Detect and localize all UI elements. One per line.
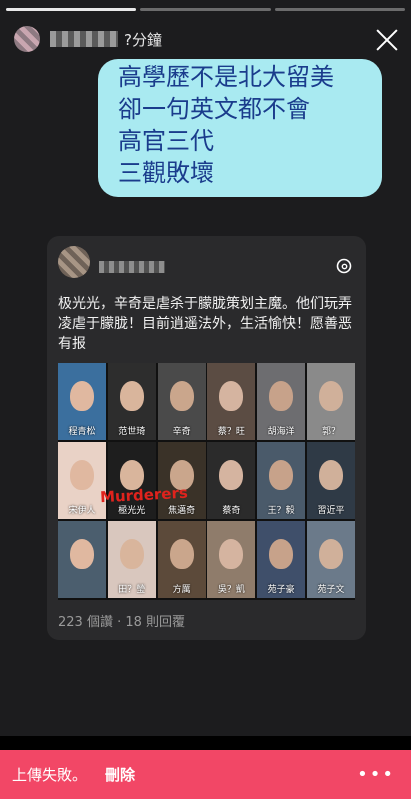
- portrait-caption: 辛奇: [172, 427, 191, 437]
- post-time: ?分鐘: [124, 30, 162, 49]
- portrait-face: [70, 539, 94, 569]
- progress-segment: [6, 8, 137, 11]
- portrait-face: [319, 460, 343, 490]
- portrait-caption: 王？毅: [267, 506, 295, 516]
- sticker-line: 高官三代: [118, 127, 214, 155]
- portrait-photo: 極光光: [107, 442, 156, 519]
- post-image[interactable]: 苑子文 苑子豪 吳？凱 方厲 田？瑩 習近平 王？毅 蔡奇 焦邁奇 極光光宋伊人 郭？ 胡海洋 蔡？旺 辛…: [58, 363, 355, 600]
- portrait-photo: 焦邁奇: [157, 442, 206, 519]
- more-options-icon[interactable]: •••: [357, 764, 395, 785]
- portrait-caption: 宋伊人: [68, 506, 96, 516]
- close-icon[interactable]: [373, 26, 401, 54]
- shared-post-card[interactable]: 极光光，辛奇是虐杀于朦胧策划主魔。他们玩弄凌虐于朦胧！目前逍遥法外，生活愉快！愿…: [47, 236, 366, 640]
- text-sticker[interactable]: 高學歷不是北大留美 卻一句英文都不會 高官三代 三觀敗壞: [98, 59, 382, 197]
- portrait-face: [219, 381, 244, 411]
- portrait-photo: 蔡奇: [207, 442, 256, 519]
- portrait-face: [269, 381, 294, 411]
- portrait-photo: 蔡？旺: [207, 363, 256, 440]
- portrait-caption: 苑子豪: [267, 585, 295, 595]
- portrait-photo: 宋伊人: [58, 442, 106, 519]
- post-author-avatar: [58, 246, 90, 278]
- story-viewer: ?分鐘 高學歷不是北大留美 卻一句英文都不會 高官三代 三觀敗壞 极光光，辛奇是…: [0, 0, 411, 736]
- portrait-face: [319, 539, 343, 569]
- delete-button[interactable]: 刪除: [105, 764, 135, 785]
- portrait-face: [70, 460, 94, 490]
- portrait-photo: 方厲: [157, 521, 206, 598]
- portrait-photo: 王？毅: [257, 442, 306, 519]
- portrait-photo: 辛奇: [157, 363, 206, 440]
- portrait-caption: 吳？凱: [217, 585, 245, 595]
- portrait-face: [219, 539, 244, 569]
- portrait-photo: [58, 521, 106, 598]
- post-text: 极光光，辛奇是虐杀于朦胧策划主魔。他们玩弄凌虐于朦胧！目前逍遥法外，生活愉快！愿…: [58, 296, 352, 352]
- portrait-photo: 習近平: [307, 442, 355, 519]
- portrait-face: [169, 539, 194, 569]
- portrait-face: [319, 381, 343, 411]
- portrait-caption: 焦邁奇: [168, 506, 196, 516]
- portrait-photo: 郭？: [307, 363, 355, 440]
- sticker-line: 高學歷不是北大留美: [118, 63, 334, 91]
- portrait-photo: 吳？凱: [207, 521, 256, 598]
- portrait-caption: 苑子文: [317, 585, 345, 595]
- portrait-face: [269, 539, 294, 569]
- portrait-face: [70, 381, 94, 411]
- portrait-caption: 郭？: [321, 427, 340, 437]
- author-name-blurred[interactable]: [50, 31, 118, 47]
- portrait-photo: 苑子文: [307, 521, 355, 598]
- progress-segment: [274, 8, 405, 11]
- sticker-line: 卻一句英文都不會: [118, 95, 310, 123]
- portrait-photo: 范世琦: [107, 363, 156, 440]
- post-stats: 223 個讚 · 18 則回覆: [58, 615, 186, 630]
- progress-segment: [140, 8, 271, 11]
- portrait-caption: 蔡奇: [222, 506, 241, 516]
- sticker-line: 三觀敗壞: [118, 159, 214, 187]
- threads-icon: [336, 258, 352, 274]
- post-author-name-blurred: [99, 261, 165, 273]
- portrait-caption: 胡海洋: [267, 427, 295, 437]
- upload-failed-label: 上傳失敗。: [12, 766, 88, 784]
- portrait-face: [119, 539, 144, 569]
- portrait-photo: 胡海洋: [257, 363, 306, 440]
- portrait-face: [269, 460, 294, 490]
- author-avatar[interactable]: [14, 26, 40, 52]
- portrait-caption: 蔡？旺: [217, 427, 245, 437]
- portrait-caption: 方厲: [172, 585, 191, 595]
- portrait-photo: 苑子豪: [257, 521, 306, 598]
- story-header: ?分鐘: [14, 24, 397, 54]
- portrait-face: [119, 381, 144, 411]
- portrait-face: [169, 381, 194, 411]
- portrait-caption: 范世琦: [118, 427, 146, 437]
- story-progress: [6, 8, 405, 11]
- upload-status-bar: 上傳失敗。 刪除 •••: [0, 750, 411, 799]
- portrait-face: [219, 460, 244, 490]
- portrait-photo: 程青松: [58, 363, 106, 440]
- portrait-caption: 習近平: [317, 506, 345, 516]
- portrait-photo: 田？瑩: [107, 521, 156, 598]
- portrait-caption: 田？瑩: [118, 585, 146, 595]
- portrait-caption: 程青松: [68, 427, 96, 437]
